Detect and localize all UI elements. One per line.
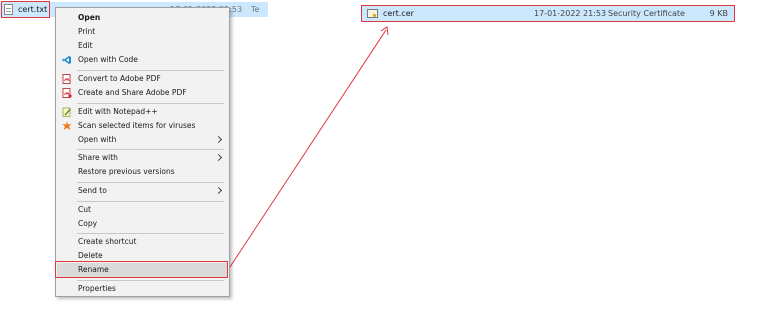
menu-item-edit[interactable]: Edit [57, 39, 228, 53]
annotation-box-rename [55, 261, 228, 278]
context-menu: Open Print Edit Open with Code Convert t… [55, 7, 230, 297]
menu-item-open[interactable]: Open [57, 11, 228, 25]
menu-item-open-with[interactable]: Open with [57, 133, 228, 147]
vscode-icon [62, 56, 71, 64]
menu-item-restore-previous-versions[interactable]: Restore previous versions [57, 165, 228, 179]
chevron-right-icon [214, 186, 223, 195]
menu-item-share-with[interactable]: Share with [57, 151, 228, 165]
menu-item-print[interactable]: Print [57, 25, 228, 39]
menu-separator [77, 103, 224, 104]
annotation-box-cert-cer [361, 5, 735, 22]
menu-item-create-shortcut[interactable]: Create shortcut [57, 235, 228, 249]
annotation-box-cert-txt [1, 1, 50, 18]
menu-item-send-to[interactable]: Send to [57, 184, 228, 198]
adobe-pdf-icon [62, 74, 71, 84]
menu-item-cut[interactable]: Cut [57, 203, 228, 217]
menu-item-copy[interactable]: Copy [57, 217, 228, 231]
menu-item-scan-viruses[interactable]: Scan selected items for viruses [57, 119, 228, 133]
chevron-right-icon [214, 135, 223, 144]
menu-separator [77, 233, 224, 234]
avast-scan-icon [62, 121, 72, 130]
menu-separator [77, 182, 224, 183]
notepad-plus-plus-icon [62, 107, 71, 117]
menu-separator [77, 70, 224, 71]
menu-separator [77, 201, 224, 202]
chevron-right-icon [214, 153, 223, 162]
menu-item-create-share-adobe-pdf[interactable]: Create and Share Adobe PDF [57, 86, 228, 100]
menu-item-edit-notepad-plus-plus[interactable]: Edit with Notepad++ [57, 105, 228, 119]
menu-separator [77, 280, 224, 281]
menu-item-properties[interactable]: Properties [57, 282, 228, 296]
adobe-pdf-share-icon [62, 88, 72, 98]
menu-separator [77, 149, 224, 150]
file-type: Te [251, 5, 260, 14]
menu-item-convert-adobe-pdf[interactable]: Convert to Adobe PDF [57, 72, 228, 86]
menu-item-open-with-code[interactable]: Open with Code [57, 53, 228, 67]
